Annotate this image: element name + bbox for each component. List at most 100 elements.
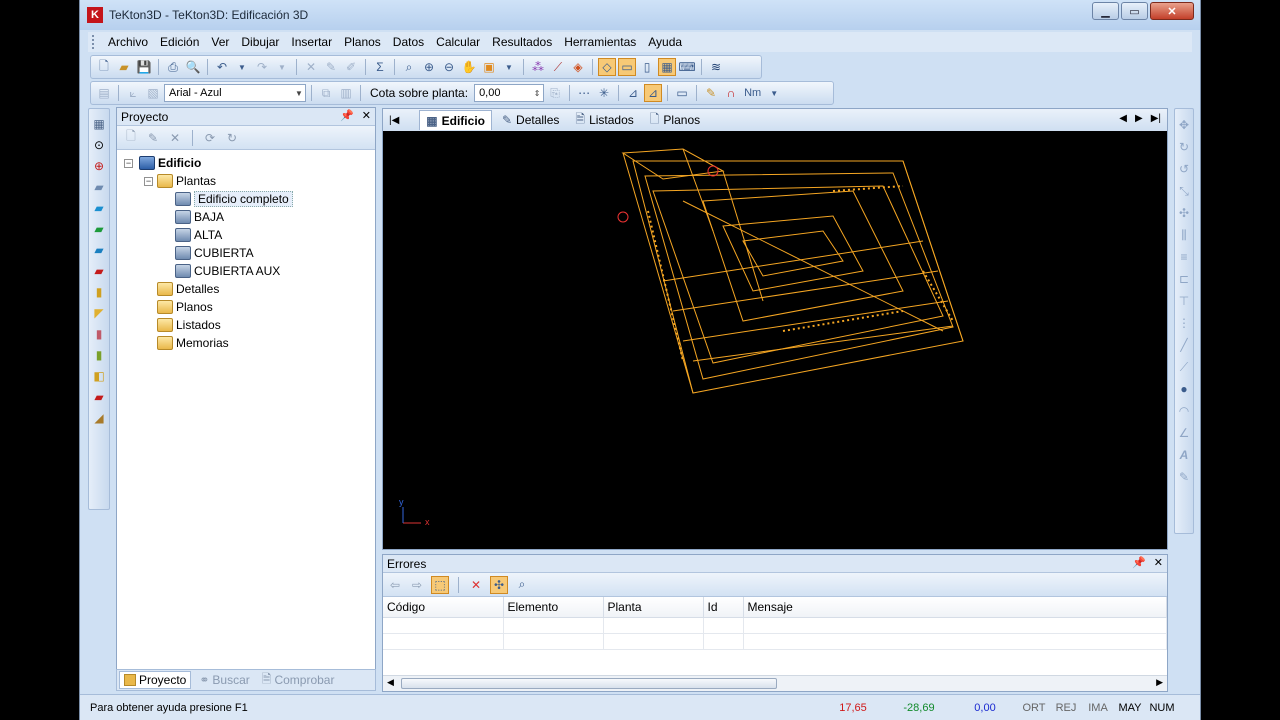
undo-dropdown-icon[interactable]: ▼ [233,58,251,76]
errors-pin-icon[interactable]: 📌 [1132,556,1146,569]
text-style-icon[interactable]: ▧ [144,84,162,102]
col-id[interactable]: Id [703,597,744,618]
last-tab-icon[interactable]: ▶| [1151,113,1161,124]
move-icon[interactable]: ✥ [1177,117,1191,133]
polyline-icon[interactable]: ⟋ [1177,359,1191,375]
arc-icon[interactable]: ◠ [1177,403,1191,419]
layer-props-icon[interactable]: ▤ [95,84,113,102]
tree-item-edificio-completo[interactable]: Edificio completo [175,190,293,208]
flag-ima[interactable]: IMA [1082,702,1114,714]
collapse-plantas-icon[interactable]: − [144,177,153,186]
mirror-icon[interactable]: ⫼ [1177,227,1191,243]
sum-icon[interactable]: Σ [371,58,389,76]
pen-edit-icon[interactable]: ✎ [702,84,720,102]
menu-ayuda[interactable]: Ayuda [642,35,688,49]
clear-errors-icon[interactable]: ✕ [468,577,484,593]
tree-item-alta[interactable]: ALTA [175,226,222,244]
roof-red-icon[interactable]: ▰ [91,388,107,405]
tree-item-cubierta-aux[interactable]: CUBIERTA AUX [175,262,280,280]
grid-icon[interactable]: ⋯ [575,84,593,102]
explode-icon[interactable]: ✣ [1177,205,1191,221]
new-item-icon[interactable]: 🗋 [123,129,139,146]
pink-element-icon[interactable]: ▮ [91,325,107,342]
panel-close-icon[interactable]: ✕ [362,109,371,122]
tab-buscar[interactable]: ⚭ Buscar [195,671,253,689]
tab-detalles[interactable]: ✎ Detalles [496,110,565,130]
tab-planos[interactable]: 🗋 Planos [644,110,706,130]
scrollbar-thumb[interactable] [401,678,777,689]
undo-icon[interactable]: ↶ [213,58,231,76]
green-wall-icon[interactable]: ▰ [91,220,107,237]
layers-icon[interactable]: ≋ [707,58,725,76]
tab-edificio[interactable]: ▦ Edificio [419,110,492,130]
scale-icon[interactable]: ⤡ [1177,183,1191,199]
prev-tab-icon[interactable]: ◀ [1119,113,1127,124]
maximize-button[interactable]: ▭ [1121,2,1148,20]
door-icon[interactable]: ▮ [91,283,107,300]
redo-dropdown-icon[interactable]: ▼ [273,58,291,76]
delete-item-icon[interactable]: ✕ [167,130,183,146]
scroll-left-icon[interactable]: ◀ [387,677,394,688]
tree-item-baja[interactable]: BAJA [175,208,224,226]
target-icon[interactable]: ⊕ [91,157,107,174]
menu-insertar[interactable]: Insertar [285,35,338,49]
first-tab-icon[interactable]: |◀ [389,115,399,126]
copy-icon[interactable]: ⧉ [317,84,335,102]
tree-folder-memorias[interactable]: Memorias [157,334,229,352]
menu-datos[interactable]: Datos [387,35,430,49]
tree-folder-listados[interactable]: Listados [157,316,221,334]
view-select-icon[interactable]: ▣ [480,58,498,76]
yellow-element-icon[interactable]: ◧ [91,367,107,384]
font-style-select[interactable]: Arial - Azul ▼ [164,84,306,102]
view-solid-icon[interactable]: ▭ [618,58,636,76]
col-codigo[interactable]: Código [383,597,504,618]
magnet-icon[interactable]: ∩ [722,84,740,102]
dimension-icon[interactable]: ⟀ [124,84,142,102]
angle-icon[interactable]: ⊿ [624,84,642,102]
tab-proyecto[interactable]: Proyecto [119,671,192,689]
edit-icon[interactable]: ✎ [322,58,340,76]
zoom-icon[interactable]: ⌕ [400,58,418,76]
spinner-icon[interactable]: ⇕ [531,85,543,101]
flag-may[interactable]: MAY [1114,702,1146,714]
zoom-out-icon[interactable]: ⊖ [440,58,458,76]
units-dropdown-icon[interactable]: ▼ [765,84,783,102]
numeric-input-icon[interactable]: ▭ [673,84,691,102]
prev-error-icon[interactable]: ⇦ [387,577,403,593]
trim-icon[interactable]: ⊤ [1177,293,1191,309]
menu-planos[interactable]: Planos [338,35,387,49]
col-elemento[interactable]: Elemento [503,597,604,618]
array-icon[interactable]: ⋮ [1177,315,1191,331]
measure-icon[interactable]: ⟋ [549,58,567,76]
redo-icon[interactable]: ↷ [253,58,271,76]
cota-apply-icon[interactable]: ⎘ [546,84,564,102]
view-dropdown-icon[interactable]: ▼ [500,58,518,76]
zoom-in-icon[interactable]: ⊕ [420,58,438,76]
menu-resultados[interactable]: Resultados [486,35,558,49]
offset-icon[interactable]: ≡ [1177,249,1191,265]
tree-folder-planos[interactable]: Planos [157,298,213,316]
rotate-icon[interactable]: ↻ [1177,139,1191,155]
rotate-3d-icon[interactable]: ↺ [1177,161,1191,177]
extend-icon[interactable]: ⊏ [1177,271,1191,287]
pin-icon[interactable]: 📌 [340,109,354,122]
roof-brown-icon[interactable]: ◢ [91,409,107,426]
wall-icon[interactable]: ▰ [91,199,107,216]
col-planta[interactable]: Planta [603,597,704,618]
paste-icon[interactable]: ▥ [337,84,355,102]
horizontal-scrollbar[interactable]: ◀ ▶ [383,675,1167,691]
flag-rej[interactable]: REJ [1050,702,1082,714]
line-icon[interactable]: ╱ [1177,337,1191,353]
new-file-icon[interactable]: 🗋 [95,58,113,76]
tree-folder-detalles[interactable]: Detalles [157,280,219,298]
red-wall-icon[interactable]: ▰ [91,262,107,279]
menu-ver[interactable]: Ver [205,35,235,49]
search-error-icon[interactable]: ⌕ [514,577,530,593]
snap-icon[interactable]: ◈ [569,58,587,76]
text-tool-icon[interactable]: A [1177,447,1191,463]
cota-input[interactable]: 0,00 ⇕ [474,84,545,102]
tree-root-edificio[interactable]: Edificio [139,154,201,172]
open-folder-icon[interactable]: ▰ [115,58,133,76]
minimize-button[interactable]: ▁ [1092,2,1119,20]
locate-error-icon[interactable]: ✣ [490,575,508,594]
